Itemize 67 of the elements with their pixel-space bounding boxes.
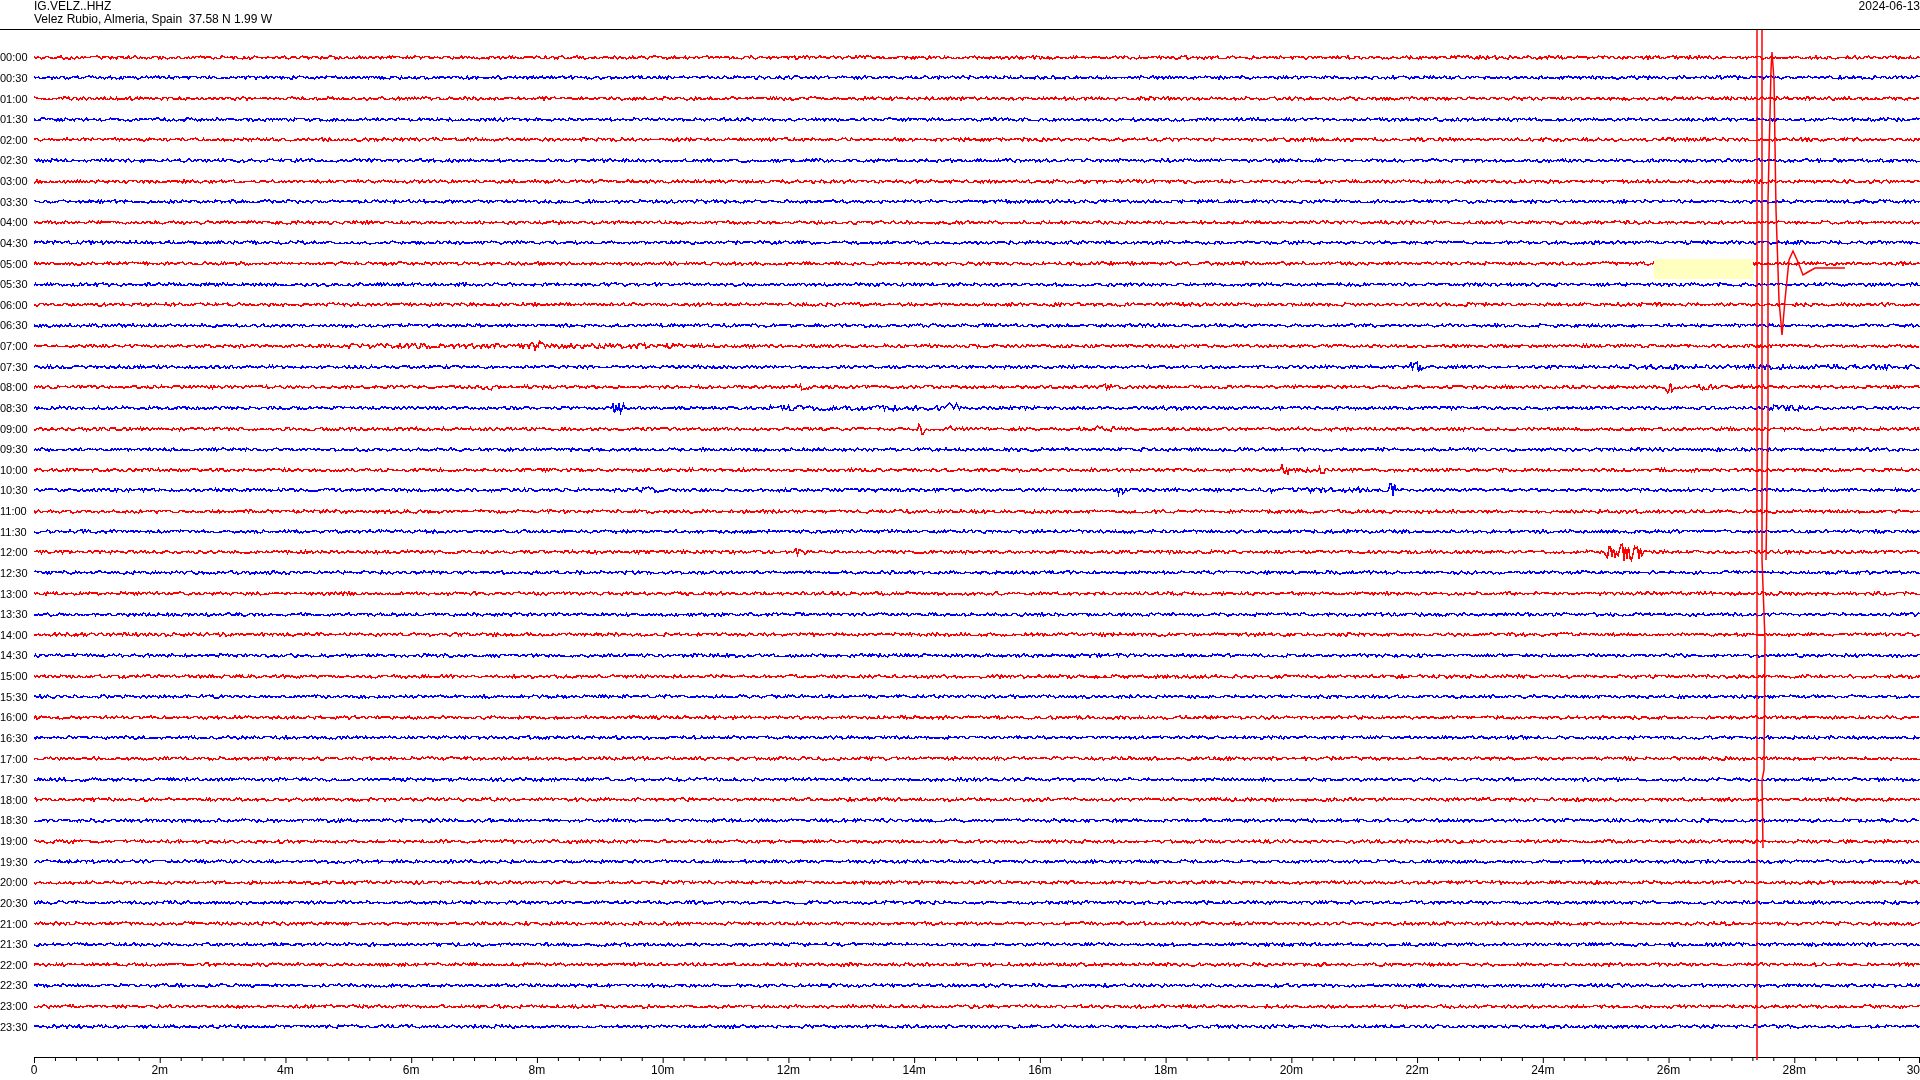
time-label: 19:00 bbox=[0, 835, 29, 848]
time-label: 11:00 bbox=[0, 505, 28, 518]
time-label: 20:30 bbox=[0, 896, 29, 909]
axis-tick-label: 24m bbox=[1531, 1064, 1555, 1077]
time-label: 22:30 bbox=[0, 979, 29, 992]
time-label: 21:00 bbox=[0, 917, 29, 930]
time-label: 00:00 bbox=[0, 51, 29, 64]
time-label: 04:30 bbox=[0, 236, 29, 249]
time-label: 12:00 bbox=[0, 546, 29, 559]
axis-tick-label: 8m bbox=[528, 1064, 546, 1077]
time-label: 23:30 bbox=[0, 1020, 29, 1033]
axis-tick-label: 18m bbox=[1153, 1064, 1178, 1077]
time-label: 03:30 bbox=[0, 195, 29, 208]
time-label: 06:00 bbox=[0, 298, 29, 311]
time-label: 10:00 bbox=[0, 463, 29, 476]
time-label: 18:30 bbox=[0, 814, 29, 827]
axis-tick-label: 16m bbox=[1028, 1064, 1052, 1077]
time-label: 21:30 bbox=[0, 938, 29, 951]
time-label: 07:00 bbox=[0, 340, 29, 353]
axis-tick-label: 2m bbox=[151, 1064, 169, 1077]
time-label: 02:30 bbox=[0, 154, 29, 167]
time-label: 12:30 bbox=[0, 566, 29, 579]
time-label: 00:30 bbox=[0, 71, 29, 84]
time-label: 09:00 bbox=[0, 422, 29, 435]
time-label: 02:00 bbox=[0, 133, 29, 146]
time-label: 11:30 bbox=[0, 525, 28, 538]
time-label: 19:30 bbox=[0, 855, 29, 868]
axis-tick-label: 22m bbox=[1405, 1064, 1429, 1077]
station-location: Velez Rubio, Almeria, Spain 37.58 N 1.99 W bbox=[34, 13, 273, 26]
time-label: 04:00 bbox=[0, 216, 29, 229]
time-label: 15:30 bbox=[0, 690, 29, 703]
time-label: 01:30 bbox=[0, 113, 29, 126]
time-label: 17:00 bbox=[0, 752, 29, 765]
time-label: 06:30 bbox=[0, 319, 29, 332]
axis-tick-label: 4m bbox=[277, 1064, 294, 1077]
time-label: 15:00 bbox=[0, 670, 29, 683]
time-label: 22:00 bbox=[0, 958, 29, 971]
axis-tick-label: 20m bbox=[1279, 1064, 1303, 1077]
axis-tick-label: 6m bbox=[402, 1064, 420, 1077]
time-label: 16:30 bbox=[0, 731, 29, 744]
time-label: 10:30 bbox=[0, 484, 29, 497]
station-code: IG.VELZ..HHZ bbox=[34, 0, 113, 13]
time-label: 08:30 bbox=[0, 401, 29, 414]
time-label: 13:30 bbox=[0, 608, 29, 621]
axis-tick-label: 30 bbox=[1906, 1064, 1920, 1077]
time-label: 14:30 bbox=[0, 649, 29, 662]
time-label: 20:00 bbox=[0, 876, 29, 889]
axis-tick-label: 14m bbox=[902, 1064, 926, 1077]
time-label: 03:00 bbox=[0, 175, 29, 188]
time-label: 23:00 bbox=[0, 1000, 29, 1013]
date-label: 2024-06-13 bbox=[1858, 0, 1920, 15]
time-label: 13:00 bbox=[0, 587, 29, 600]
time-label: 01:00 bbox=[0, 92, 29, 105]
time-label: 09:30 bbox=[0, 443, 29, 456]
axis-tick-label: 0 bbox=[30, 1064, 38, 1077]
time-label: 05:30 bbox=[0, 278, 29, 291]
axis-tick-label: 26m bbox=[1656, 1064, 1681, 1077]
axis-tick-label: 10m bbox=[651, 1064, 675, 1077]
time-label: 14:00 bbox=[0, 628, 29, 641]
time-label: 05:00 bbox=[0, 257, 29, 270]
axis-tick-label: 28m bbox=[1782, 1064, 1806, 1077]
axis-tick-label: 12m bbox=[776, 1064, 801, 1077]
time-label: 18:00 bbox=[0, 793, 29, 806]
time-label: 07:30 bbox=[0, 360, 29, 373]
time-label: 16:00 bbox=[0, 711, 29, 724]
time-label: 08:00 bbox=[0, 381, 29, 394]
time-label: 17:30 bbox=[0, 773, 29, 786]
